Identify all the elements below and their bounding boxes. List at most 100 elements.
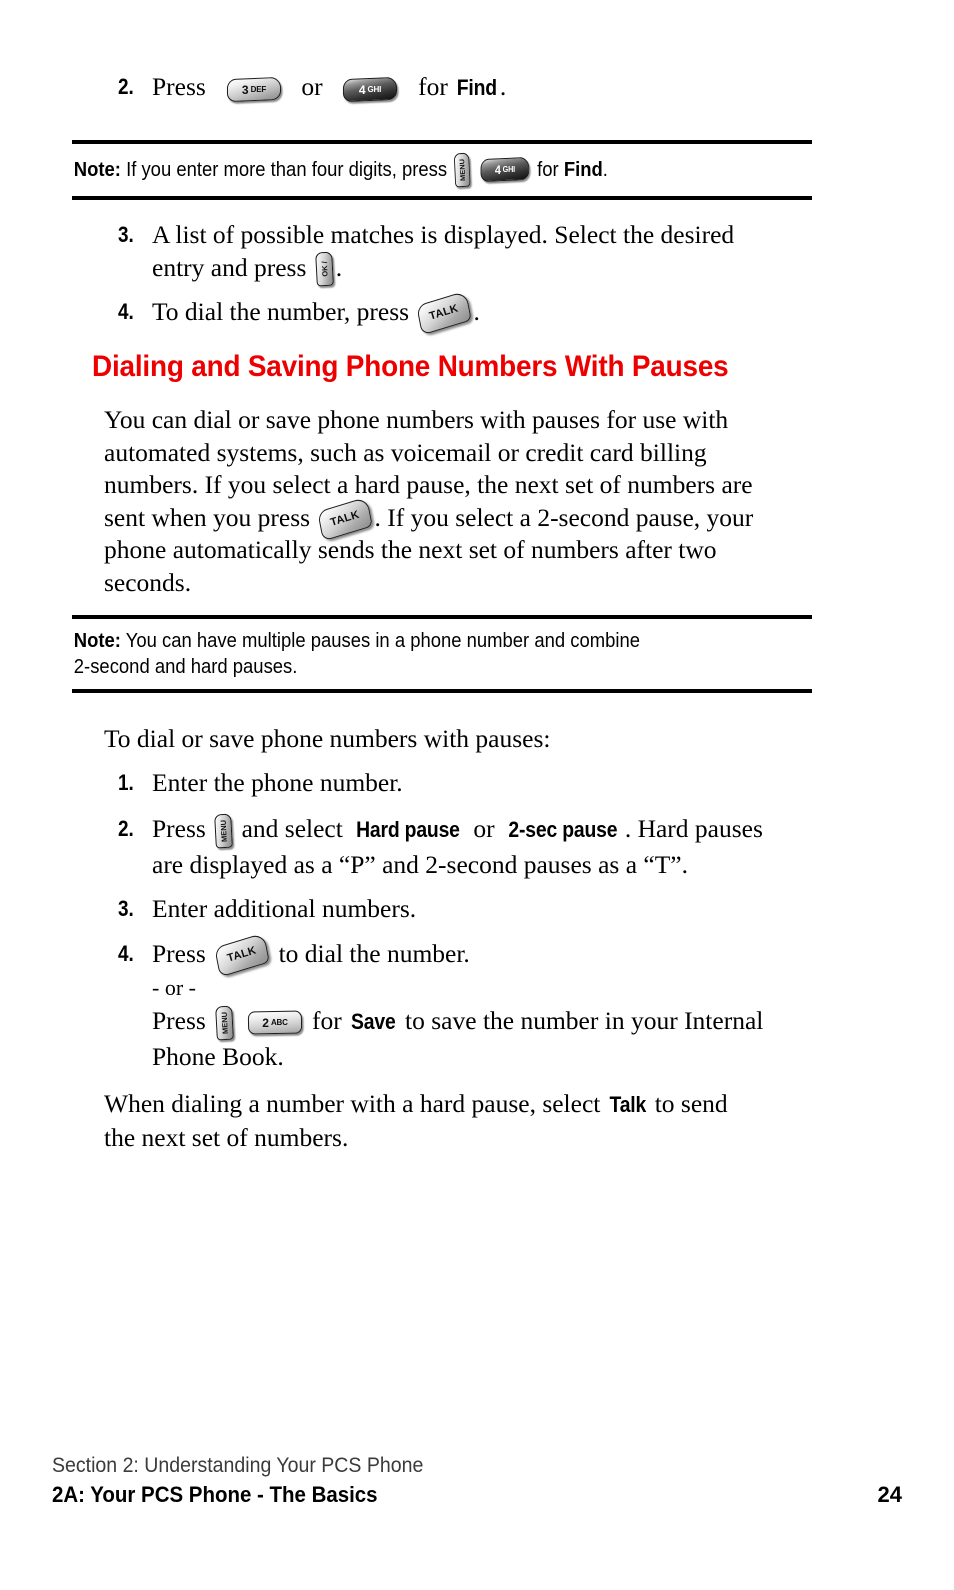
closing-line-1-after: to send (654, 1089, 728, 1118)
step-text-after: to dial the number. (278, 939, 470, 968)
intro-line-4-after: . If you select a 2-second pause, your (374, 502, 754, 532)
step-text-before: Press (152, 939, 206, 968)
closing-bold-talk: Talk (609, 1092, 646, 1117)
step-text: Press 3 DEF or 4 GHI for Find. (152, 70, 506, 104)
footer-chapter-row: 2A: Your PCS Phone - The Basics 24 (52, 1480, 902, 1510)
step-number: 3. (118, 896, 134, 921)
step-item: 3. A list of possible matches is display… (118, 218, 818, 287)
key-4-ghi-digit: 4 (359, 82, 366, 97)
key-3-def-icon[interactable]: 3 DEF (226, 76, 281, 102)
step-or-divider: - or - (152, 975, 196, 1000)
step-number: 4. (118, 941, 134, 966)
step-item: 3. Enter additional numbers. (118, 892, 818, 925)
footer-page-number: 24 (877, 1482, 902, 1507)
intro-paragraph: You can dial or save phone numbers with … (104, 404, 819, 599)
key-4-ghi-letters: GHI (367, 84, 382, 94)
key-2-abc-icon[interactable]: 2 ABC (247, 1010, 302, 1035)
step-item: 2. Press 3 DEF or 4 GHI for Find. (118, 70, 818, 104)
key-2-abc-digit: 2 (261, 1015, 269, 1030)
step-bold-find: Find (456, 75, 498, 100)
intro-line-4-before: sent when you press (104, 502, 311, 532)
key-talk-shape (214, 932, 270, 978)
step-text: Enter the phone number. (152, 768, 403, 797)
step-text-before: To dial the number, press (152, 297, 410, 326)
manual-page: 2. Press 3 DEF or 4 GHI for Find. Note: … (0, 0, 954, 1590)
intro-line-1: You can dial or save phone numbers with … (104, 405, 729, 434)
step-text: Enter additional numbers. (152, 894, 417, 923)
step-item: 4. Press TALK to dial the number. - or -… (118, 932, 838, 1073)
step-number: 2. (118, 816, 134, 841)
step-alt-before: Press (152, 1006, 206, 1035)
note-block-two: Note: You can have multiple pauses in a … (72, 615, 812, 693)
key-talk-icon[interactable]: TALK (416, 290, 473, 336)
page-title: Dialing and Saving Phone Numbers With Pa… (92, 350, 729, 383)
note-text: Note: You can have multiple pauses in a … (72, 619, 813, 689)
key-menu-label: MENU (218, 819, 229, 843)
key-3-def-digit: 3 (241, 82, 249, 97)
step-item: 1. Enter the phone number. (118, 766, 818, 799)
closing-line-1-before: When dialing a number with a hard pause,… (104, 1089, 601, 1118)
intro-line-3: numbers. If you select a hard pause, the… (104, 470, 753, 499)
step-alt-after: to save the number in your Internal (405, 1006, 764, 1035)
step-item: 4. To dial the number, press TALK . (118, 290, 818, 336)
step-number: 2. (118, 74, 134, 99)
closing-line-2: the next set of numbers. (104, 1122, 349, 1152)
key-talk-icon[interactable]: TALK (317, 496, 374, 541)
step-text-after: . Hard pauses (624, 814, 763, 843)
key-menu-icon[interactable]: MENU (214, 813, 234, 849)
key-talk-icon[interactable]: TALK (214, 932, 270, 978)
note-part-3: . (602, 158, 608, 181)
step-line-2-before: entry and press (152, 253, 307, 282)
step-text: Press TALK to dial the number. - or - Pr… (152, 932, 838, 1073)
note-part-2: for (537, 158, 559, 181)
step-item: 2. Press MENU and select Hard pause or 2… (118, 812, 838, 881)
key-menu-label: MENU (457, 158, 467, 182)
step-text-or: or (301, 72, 323, 101)
step-text-for: for (418, 72, 448, 101)
key-talk-shape (416, 290, 473, 336)
key-menu-label: MENU (219, 1011, 230, 1035)
closing-paragraph: When dialing a number with a hard pause,… (104, 1088, 819, 1154)
step-text: A list of possible matches is displayed.… (152, 218, 812, 287)
step-number: 3. (118, 222, 134, 247)
step-number: 4. (118, 299, 134, 324)
step-bold-save: Save (351, 1009, 396, 1034)
note-bold-find: Find (563, 158, 603, 181)
footer-section: Section 2: Understanding Your PCS Phone (52, 1454, 424, 1477)
key-ok-label: OK / (319, 261, 329, 277)
key-3-def-letters: DEF (250, 84, 266, 94)
note-line-1: You can have multiple pauses in a phone … (125, 629, 640, 652)
step-text: To dial the number, press TALK . (152, 290, 480, 336)
step-bold-hard-pause: Hard pause (356, 817, 460, 842)
key-menu-icon[interactable]: MENU (454, 152, 471, 188)
note-part-1: If you enter more than four digits, pres… (126, 158, 448, 181)
key-4-ghi-icon[interactable]: 4 GHI (343, 76, 398, 102)
step-line-2-after: . (335, 253, 343, 282)
intro-line-2: automated systems, such as voicemail or … (104, 437, 707, 467)
step-text-end: . (499, 72, 507, 101)
step-alt-mid: for (311, 1006, 342, 1035)
key-4-ghi-letters: GHI (502, 164, 516, 174)
note-rule-bottom (72, 689, 812, 693)
step-alt-line-2: Phone Book. (152, 1042, 284, 1071)
lead-in-text: To dial or save phone numbers with pause… (104, 724, 551, 753)
note-text: Note: If you enter more than four digits… (72, 144, 813, 196)
note-label: Note: (73, 158, 121, 181)
step-number: 1. (118, 770, 134, 795)
page-footer: Section 2: Understanding Your PCS Phone … (52, 1452, 902, 1510)
step-bold-2sec-pause: 2-sec pause (508, 817, 618, 842)
step-text-before: Press (152, 72, 206, 101)
key-ok-icon[interactable]: OK / (314, 251, 334, 287)
key-2-abc-letters: ABC (270, 1017, 288, 1027)
step-text-after: . (473, 297, 480, 326)
step-text-before: Press (152, 814, 206, 843)
intro-line-6: seconds. (104, 567, 192, 597)
key-4-ghi-icon[interactable]: 4 GHI (480, 156, 530, 183)
step-text-or: or (473, 814, 495, 843)
intro-line-5: phone automatically sends the next set o… (104, 535, 717, 564)
note-rule-bottom (72, 196, 812, 200)
key-4-ghi-digit: 4 (494, 162, 502, 177)
key-menu-icon[interactable]: MENU (215, 1005, 235, 1041)
step-text-mid: and select (241, 814, 343, 843)
note-line-2: 2-second and hard pauses. (73, 655, 298, 678)
